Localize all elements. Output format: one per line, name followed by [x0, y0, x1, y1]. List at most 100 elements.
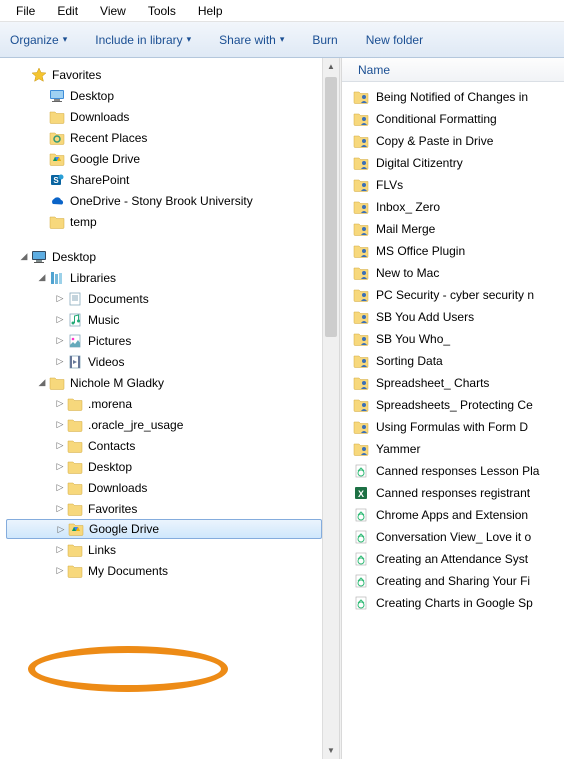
tree-item--morena[interactable]: ▷ .morena: [6, 393, 322, 414]
menu-tools[interactable]: Tools: [138, 2, 186, 20]
burn-button[interactable]: Burn: [312, 33, 337, 47]
file-row[interactable]: Sorting Data: [342, 350, 564, 372]
tree-user-folder[interactable]: ◢ Nichole M Gladky: [6, 372, 322, 393]
file-row[interactable]: Spreadsheets_ Protecting Ce: [342, 394, 564, 416]
tree-item-sharepoint[interactable]: SharePoint: [6, 169, 322, 190]
doclib-icon: [66, 291, 84, 307]
expand-arrow[interactable]: ▷: [54, 335, 66, 346]
tree-libraries[interactable]: ◢ Libraries: [6, 267, 322, 288]
file-row[interactable]: SB You Add Users: [342, 306, 564, 328]
file-row[interactable]: Conditional Formatting: [342, 108, 564, 130]
expand-arrow[interactable]: ▷: [54, 544, 66, 555]
tree-item-documents[interactable]: ▷ Documents: [6, 288, 322, 309]
tree-item-contacts[interactable]: ▷ Contacts: [6, 435, 322, 456]
file-row[interactable]: Mail Merge: [342, 218, 564, 240]
tree-item-favorites[interactable]: ▷ Favorites: [6, 498, 322, 519]
file-row[interactable]: Conversation View_ Love it o: [342, 526, 564, 548]
file-type-icon: [352, 485, 370, 501]
tree-item-desktop[interactable]: Desktop: [6, 85, 322, 106]
scroll-up-button[interactable]: ▲: [323, 58, 339, 75]
menu-bar: File Edit View Tools Help: [0, 0, 564, 22]
scroll-down-button[interactable]: ▼: [323, 742, 339, 759]
tree-item-downloads[interactable]: ▷ Downloads: [6, 477, 322, 498]
file-row[interactable]: Creating and Sharing Your Fi: [342, 570, 564, 592]
tree-item-links[interactable]: ▷ Links: [6, 539, 322, 560]
organize-button[interactable]: Organize: [10, 33, 67, 47]
expand-arrow[interactable]: ▷: [54, 419, 66, 430]
tree-item-temp[interactable]: temp: [6, 211, 322, 232]
tree-desktop[interactable]: ◢ Desktop: [6, 246, 322, 267]
file-type-icon: [352, 463, 370, 479]
tree-item-label: Desktop: [52, 250, 96, 264]
file-row[interactable]: New to Mac: [342, 262, 564, 284]
file-row[interactable]: SB You Who_: [342, 328, 564, 350]
scroll-track[interactable]: [323, 75, 339, 742]
file-type-icon: [352, 441, 370, 457]
tree-item-recent-places[interactable]: Recent Places: [6, 127, 322, 148]
menu-file[interactable]: File: [6, 2, 45, 20]
file-row[interactable]: Creating Charts in Google Sp: [342, 592, 564, 614]
share-with-button[interactable]: Share with: [219, 33, 284, 47]
tree-item-google-drive[interactable]: Google Drive: [6, 148, 322, 169]
file-row[interactable]: Inbox_ Zero: [342, 196, 564, 218]
file-row[interactable]: MS Office Plugin: [342, 240, 564, 262]
file-row[interactable]: Canned responses Lesson Pla: [342, 460, 564, 482]
expand-arrow[interactable]: ▷: [54, 503, 66, 514]
tree-item--oracle-jre-usage[interactable]: ▷ .oracle_jre_usage: [6, 414, 322, 435]
expand-arrow[interactable]: ▷: [54, 398, 66, 409]
tree-item-pictures[interactable]: ▷ Pictures: [6, 330, 322, 351]
tree-item-label: Favorites: [88, 502, 137, 516]
tree-item-google-drive[interactable]: ▷ Google Drive: [6, 519, 322, 539]
file-row[interactable]: FLVs: [342, 174, 564, 196]
expand-arrow[interactable]: ▷: [54, 314, 66, 325]
file-name-label: Digital Citizentry: [376, 156, 463, 170]
expand-arrow[interactable]: ▷: [54, 356, 66, 367]
file-row[interactable]: Yammer: [342, 438, 564, 460]
scroll-thumb[interactable]: [325, 77, 337, 337]
menu-view[interactable]: View: [90, 2, 136, 20]
expand-arrow[interactable]: ◢: [36, 272, 48, 283]
file-row[interactable]: Being Notified of Changes in: [342, 86, 564, 108]
expand-arrow[interactable]: ▷: [54, 293, 66, 304]
folder-icon: [66, 501, 84, 517]
expand-arrow[interactable]: ▷: [54, 461, 66, 472]
file-name-label: Spreadsheet_ Charts: [376, 376, 489, 390]
tree-item-videos[interactable]: ▷ Videos: [6, 351, 322, 372]
file-row[interactable]: Digital Citizentry: [342, 152, 564, 174]
file-row[interactable]: Chrome Apps and Extension: [342, 504, 564, 526]
include-library-button[interactable]: Include in library: [95, 33, 191, 47]
pane-splitter[interactable]: [339, 58, 342, 759]
expand-arrow[interactable]: ◢: [36, 377, 48, 388]
file-row[interactable]: Creating an Attendance Syst: [342, 548, 564, 570]
expand-arrow[interactable]: ▷: [55, 524, 67, 535]
expand-arrow[interactable]: ▷: [54, 565, 66, 576]
expand-arrow[interactable]: ◢: [18, 251, 30, 262]
expand-arrow[interactable]: ▷: [54, 440, 66, 451]
gdrive-icon: [67, 521, 85, 537]
file-row[interactable]: Spreadsheet_ Charts: [342, 372, 564, 394]
tree-item-downloads[interactable]: Downloads: [6, 106, 322, 127]
column-header-name[interactable]: Name: [358, 63, 390, 77]
file-type-icon: [352, 331, 370, 347]
menu-help[interactable]: Help: [188, 2, 233, 20]
new-folder-button[interactable]: New folder: [366, 33, 423, 47]
folder-icon: [48, 214, 66, 230]
column-header-row: Name: [342, 58, 564, 82]
nav-scrollbar[interactable]: ▲ ▼: [322, 58, 339, 759]
folder-icon: [48, 375, 66, 391]
tree-favorites[interactable]: Favorites: [6, 64, 322, 85]
file-type-icon: [352, 551, 370, 567]
expand-arrow[interactable]: ▷: [54, 482, 66, 493]
tree-item-onedrive-stony-brook-university[interactable]: OneDrive - Stony Brook University: [6, 190, 322, 211]
file-row[interactable]: Using Formulas with Form D: [342, 416, 564, 438]
file-type-icon: [352, 265, 370, 281]
menu-edit[interactable]: Edit: [47, 2, 88, 20]
file-row[interactable]: Canned responses registrant: [342, 482, 564, 504]
tree-item-music[interactable]: ▷ Music: [6, 309, 322, 330]
file-row[interactable]: Copy & Paste in Drive: [342, 130, 564, 152]
file-row[interactable]: PC Security - cyber security n: [342, 284, 564, 306]
tree-item-desktop[interactable]: ▷ Desktop: [6, 456, 322, 477]
file-type-icon: [352, 573, 370, 589]
vidlib-icon: [66, 354, 84, 370]
tree-item-my-documents[interactable]: ▷ My Documents: [6, 560, 322, 581]
